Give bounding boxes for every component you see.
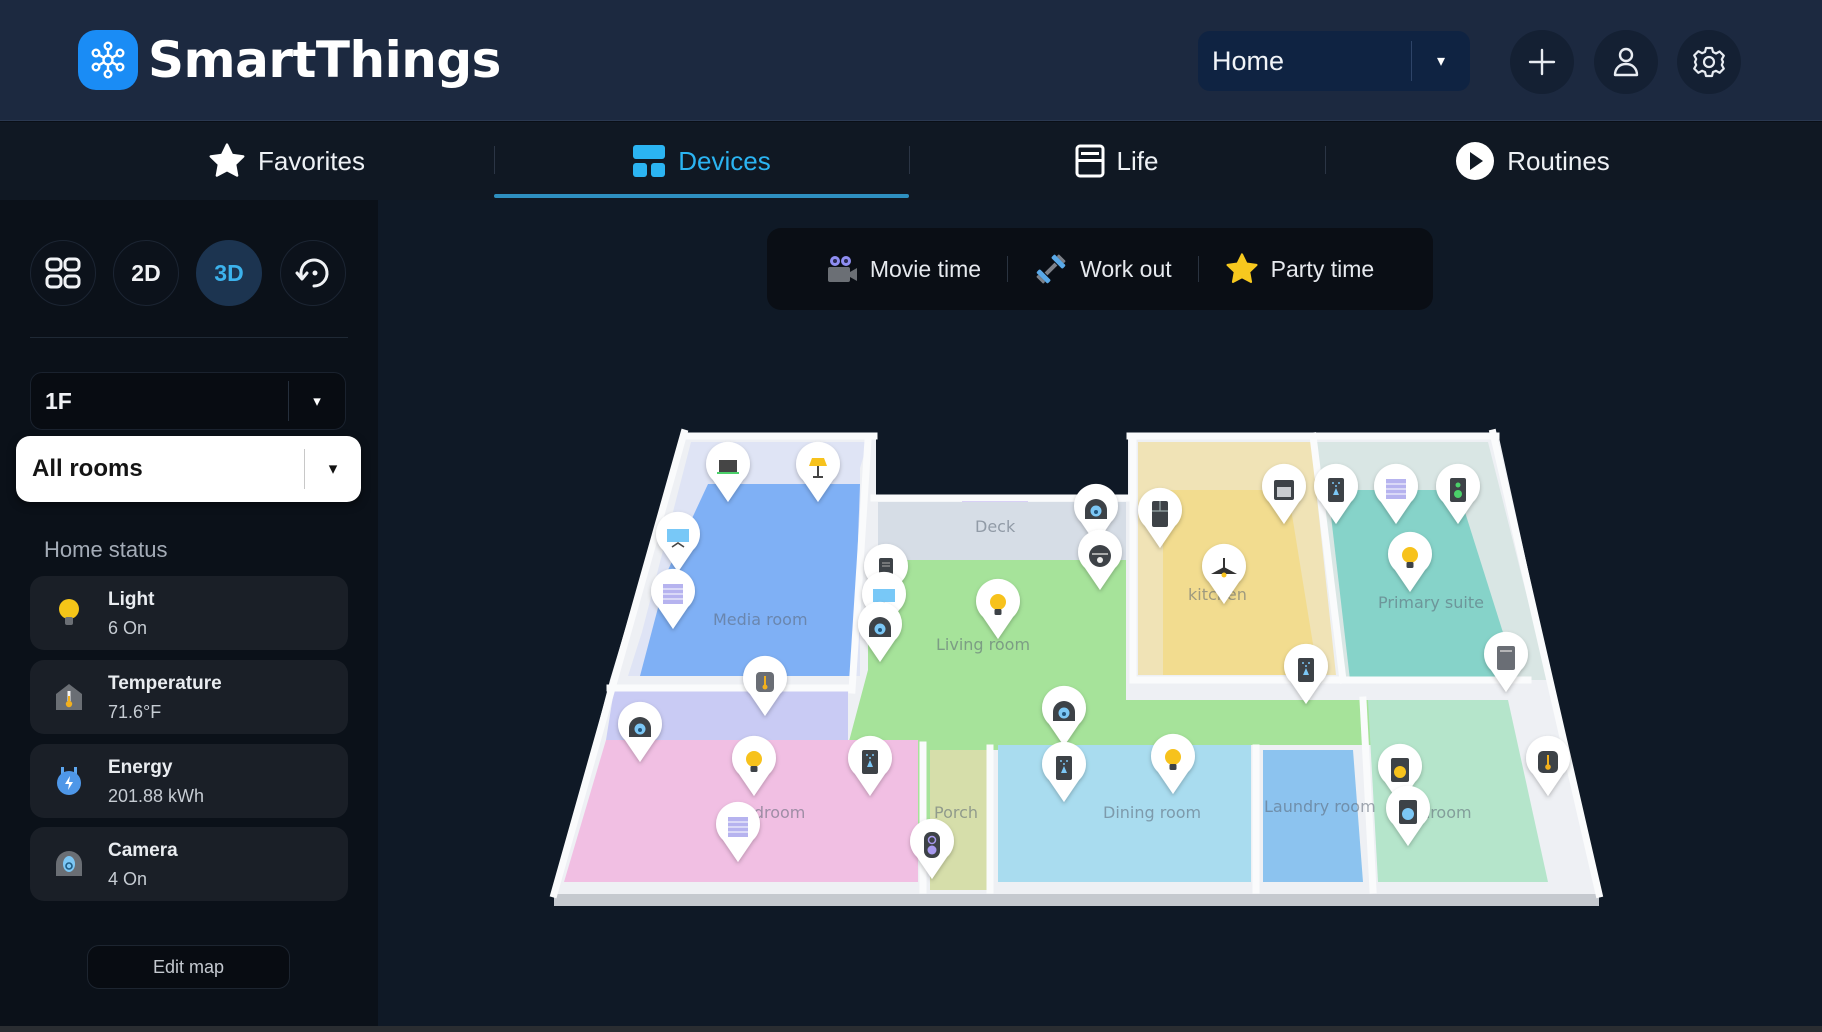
rotate-view-button[interactable] xyxy=(280,240,346,306)
grid-view-button[interactable] xyxy=(30,240,96,306)
life-book-icon xyxy=(1075,144,1105,178)
plus-icon xyxy=(1528,48,1556,76)
tab-routines[interactable]: Routines xyxy=(1325,122,1740,200)
washer-icon xyxy=(1399,800,1417,824)
account-button[interactable] xyxy=(1594,30,1658,94)
sensor-icon xyxy=(1328,478,1344,502)
location-select-value: Home xyxy=(1212,45,1285,76)
play-circle-icon xyxy=(1456,142,1495,180)
status-name: Temperature xyxy=(108,673,222,694)
app-logo: SmartThings xyxy=(78,30,501,90)
scene-label: Movie time xyxy=(869,255,982,282)
status-value: 201.88 kWh xyxy=(108,786,205,806)
status-card-energy[interactable]: Energy 201.88 kWh xyxy=(30,744,348,818)
room-label: Living room xyxy=(936,635,1030,654)
speaker-icon xyxy=(1450,478,1466,502)
floor-select[interactable]: 1F ▾ xyxy=(30,372,346,430)
edit-map-button[interactable]: Edit map xyxy=(87,945,290,989)
scene-party-time[interactable]: Party time xyxy=(1199,253,1401,285)
camera-icon xyxy=(52,847,86,881)
room-select[interactable]: All rooms ▾ xyxy=(16,436,361,502)
room-label: Primary suite xyxy=(1378,593,1484,612)
person-icon xyxy=(1613,47,1639,77)
tab-label: Favorites xyxy=(258,145,365,176)
sidebar: 2D 3D 1F ▾ All rooms ▾ Home status Light… xyxy=(0,200,378,1026)
status-card-camera[interactable]: Camera 4 On xyxy=(30,827,348,901)
view-2d-button[interactable]: 2D xyxy=(113,240,179,306)
floor-plan-3d[interactable]: Media room Deck Living room kitchen Prim… xyxy=(378,200,1822,1026)
active-tab-indicator xyxy=(494,194,909,198)
app-header: SmartThings Home ▾ xyxy=(0,0,1822,121)
rotate-view-icon xyxy=(295,258,329,288)
star-party-icon xyxy=(1226,253,1258,283)
scene-movie-time[interactable]: Movie time xyxy=(800,254,1007,284)
chevron-down-icon: ▾ xyxy=(1436,53,1446,70)
status-name: Light xyxy=(108,589,155,610)
thermostat-icon xyxy=(756,672,774,692)
main-map-area: Media room Deck Living room kitchen Prim… xyxy=(378,200,1822,1026)
floor-select-value: 1F xyxy=(45,387,72,414)
oven-icon xyxy=(1274,480,1294,500)
thermometer-icon xyxy=(1538,751,1558,773)
location-select[interactable]: Home ▾ xyxy=(1198,31,1470,91)
room-label: Porch xyxy=(934,803,978,822)
tab-label: Life xyxy=(1116,145,1159,176)
tab-favorites[interactable]: Favorites xyxy=(79,122,494,200)
dryer-icon xyxy=(1391,758,1409,782)
dumbbell-icon xyxy=(1036,254,1066,284)
scene-label: Party time xyxy=(1270,255,1375,282)
window-bottom-edge xyxy=(0,1026,1822,1032)
blind-icon xyxy=(728,817,748,837)
tab-life[interactable]: Life xyxy=(909,122,1324,200)
status-name: Energy xyxy=(108,757,173,778)
main-tab-bar: Favorites Devices Life Routines xyxy=(0,122,1822,200)
room-label: Deck xyxy=(975,517,1016,536)
smartthings-hub-icon xyxy=(78,30,138,90)
blind-icon xyxy=(663,584,683,604)
gear-icon xyxy=(1693,46,1725,78)
blind-icon xyxy=(1386,479,1406,499)
sensor-icon xyxy=(1056,756,1072,780)
room-laundry-room xyxy=(1263,750,1363,882)
scene-label: Work out xyxy=(1080,255,1172,282)
tab-label: Devices xyxy=(678,145,771,176)
status-value: 6 On xyxy=(108,618,148,638)
robot-vacuum-icon xyxy=(1089,545,1111,567)
scene-work-out[interactable]: Work out xyxy=(1008,252,1198,286)
home-status-title: Home status xyxy=(44,537,168,562)
energy-plug-icon xyxy=(52,764,86,798)
status-name: Camera xyxy=(108,840,178,861)
chevron-down-icon: ▾ xyxy=(328,459,338,478)
sidebar-divider xyxy=(30,337,348,338)
view-3d-button[interactable]: 3D xyxy=(196,240,262,306)
doorbell-icon xyxy=(924,832,940,858)
laptop-icon xyxy=(717,460,739,474)
app-title: SmartThings xyxy=(148,31,501,89)
refrigerator-icon xyxy=(1152,501,1168,527)
thermometer-icon xyxy=(52,680,86,714)
status-value: 4 On xyxy=(108,869,148,889)
sensor-icon xyxy=(862,750,878,774)
room-select-value: All rooms xyxy=(32,455,143,482)
light-bulb-icon xyxy=(52,596,86,630)
movie-camera-icon xyxy=(827,256,857,282)
star-icon xyxy=(209,143,245,177)
add-button[interactable] xyxy=(1510,30,1574,94)
status-card-temperature[interactable]: Temperature 71.6°F xyxy=(30,660,348,734)
air-conditioner-icon xyxy=(1497,646,1515,670)
tab-devices[interactable]: Devices xyxy=(494,122,909,200)
status-card-light[interactable]: Light 6 On xyxy=(30,576,348,650)
tab-label: Routines xyxy=(1507,145,1610,176)
scenes-bar: Movie time Work out Party time xyxy=(767,228,1433,310)
status-value: 71.6°F xyxy=(108,702,162,722)
room-label: Laundry room xyxy=(1264,797,1376,816)
devices-grid-icon xyxy=(633,145,666,177)
settings-button[interactable] xyxy=(1677,30,1741,94)
room-label: Media room xyxy=(713,610,808,629)
chevron-down-icon: ▾ xyxy=(313,393,321,410)
room-label: Dining room xyxy=(1103,803,1201,822)
sensor-icon xyxy=(1298,658,1314,682)
grid-view-icon xyxy=(45,257,81,289)
